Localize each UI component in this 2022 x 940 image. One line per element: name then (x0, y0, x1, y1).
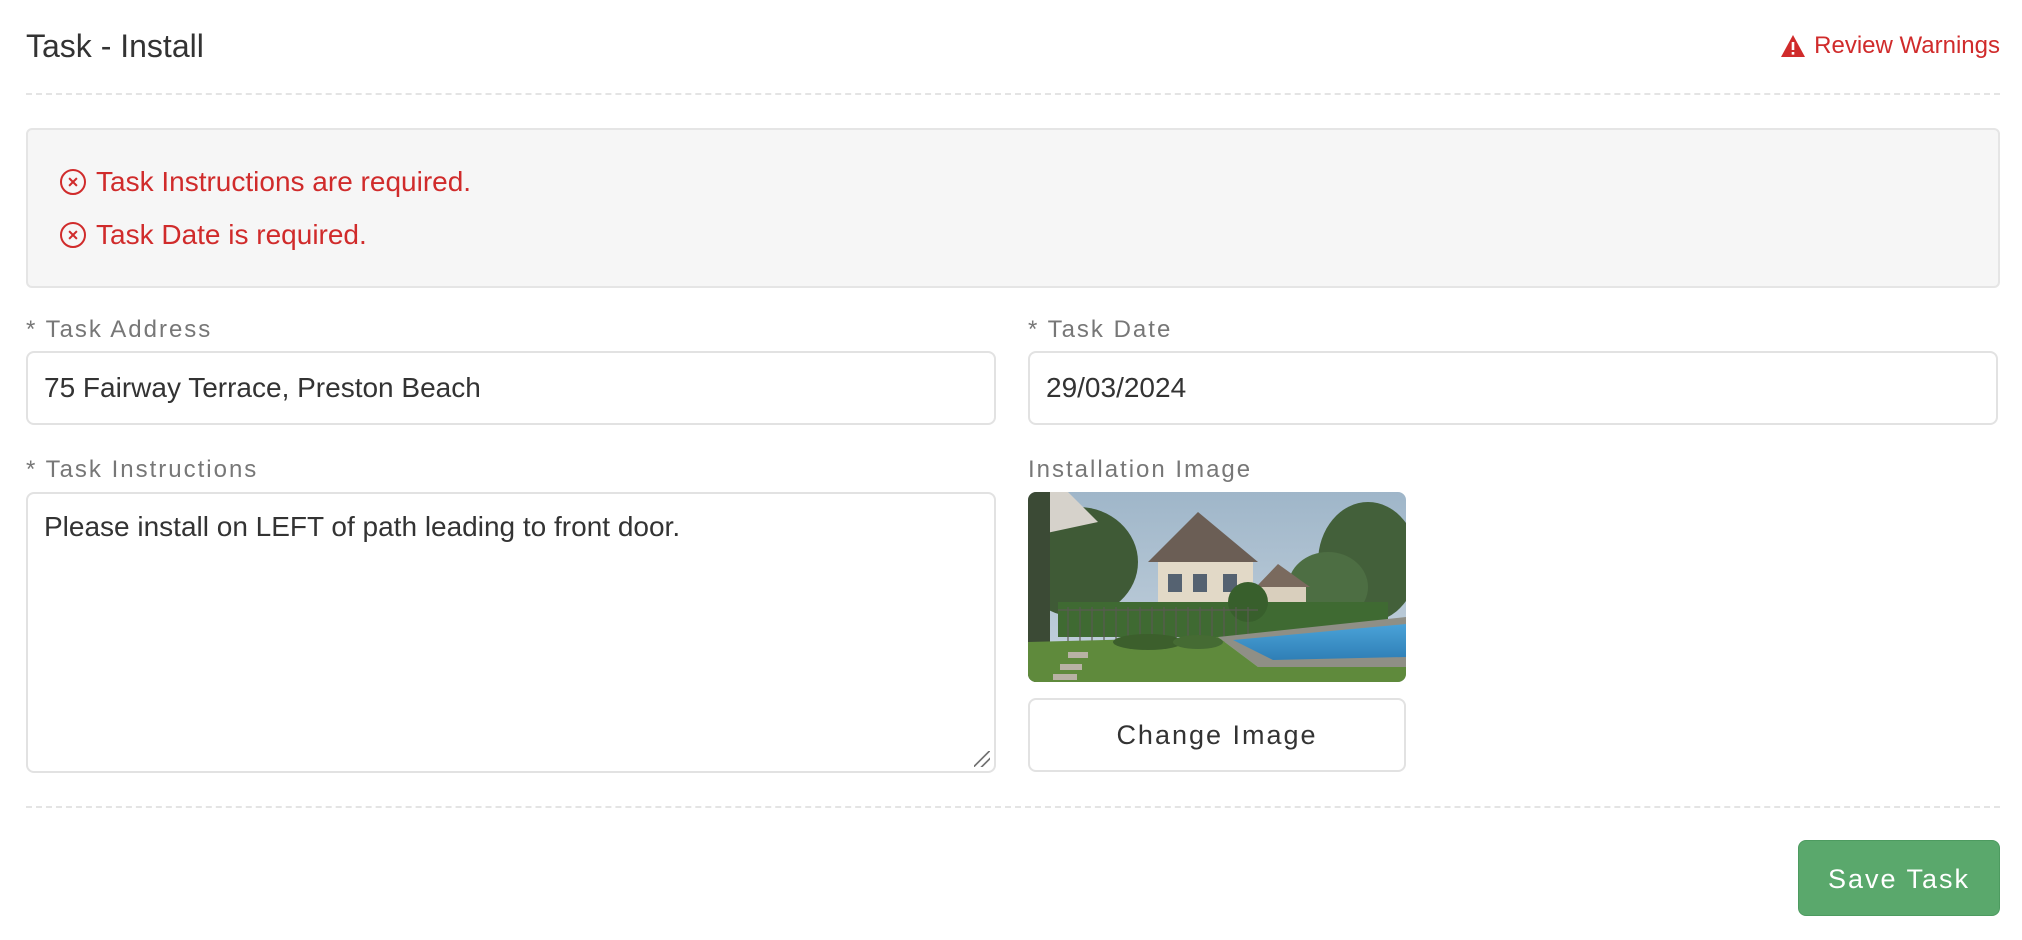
task-date-label: * Task Date (1028, 316, 1173, 343)
header: Task - Install Review Warnings (26, 24, 2000, 68)
installation-image (1028, 492, 1406, 682)
save-task-button[interactable]: Save Task (1798, 840, 2000, 916)
review-warnings-link[interactable]: Review Warnings (1780, 24, 2000, 68)
house-pool-photo (1028, 492, 1406, 682)
task-address-input[interactable]: 75 Fairway Terrace, Preston Beach (26, 351, 996, 425)
task-page: Task - Install Review Warnings Task Inst… (0, 0, 2022, 940)
error-text: Task Date is required. (96, 219, 367, 250)
error-circle-icon (60, 222, 86, 248)
task-instructions-textarea[interactable]: Please install on LEFT of path leading t… (26, 492, 996, 773)
error-summary: Task Instructions are required. Task Dat… (26, 128, 2000, 288)
divider (26, 93, 2000, 95)
review-warnings-label: Review Warnings (1814, 32, 2000, 59)
error-message: Task Date is required. (60, 219, 367, 251)
error-message: Task Instructions are required. (60, 166, 471, 198)
task-date-input[interactable]: 29/03/2024 (1028, 351, 1998, 425)
task-instructions-text: Please install on LEFT of path leading t… (44, 511, 681, 542)
page-title: Task - Install (26, 28, 204, 64)
resize-handle-icon[interactable] (974, 751, 990, 767)
error-text: Task Instructions are required. (96, 166, 472, 197)
installation-image-label: Installation Image (1028, 456, 1253, 483)
warning-icon (1781, 35, 1806, 57)
change-image-button[interactable]: Change Image (1028, 698, 1406, 772)
error-circle-icon (60, 169, 86, 195)
task-address-label: * Task Address (26, 316, 213, 343)
task-instructions-label: * Task Instructions (26, 456, 259, 483)
divider (26, 806, 2000, 808)
